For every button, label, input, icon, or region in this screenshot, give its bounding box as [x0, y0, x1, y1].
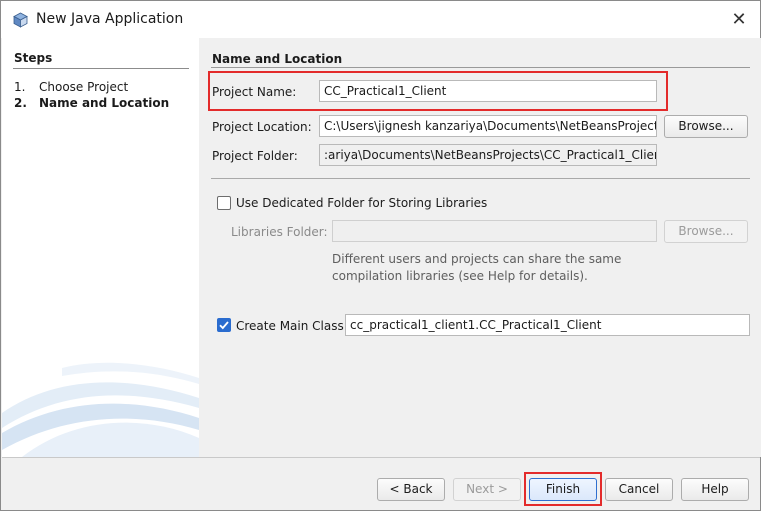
dedicated-folder-checkbox[interactable]	[217, 196, 231, 210]
netbeans-swoosh-decoration	[2, 362, 199, 457]
project-location-input[interactable]: C:\Users\jignesh kanzariya\Documents\Net…	[319, 115, 657, 137]
close-icon[interactable]: ✕	[725, 7, 753, 33]
browse-location-button[interactable]: Browse...	[664, 115, 748, 138]
libraries-folder-input	[332, 220, 657, 242]
libraries-help-note: Different users and projects can share t…	[332, 251, 621, 285]
project-location-label: Project Location:	[212, 120, 312, 134]
browse-libraries-button: Browse...	[664, 220, 748, 243]
steps-heading: Steps	[14, 51, 53, 65]
step-number: 1.	[14, 80, 26, 94]
note-line-1: Different users and projects can share t…	[332, 252, 622, 266]
dedicated-folder-label[interactable]: Use Dedicated Folder for Storing Librari…	[236, 196, 487, 210]
section-divider	[211, 67, 750, 68]
window-title: New Java Application	[36, 11, 184, 27]
create-main-class-checkbox[interactable]	[217, 318, 231, 332]
back-button[interactable]: < Back	[377, 478, 445, 501]
steps-divider	[13, 68, 189, 69]
options-divider	[211, 178, 750, 179]
create-main-class-label[interactable]: Create Main Class	[236, 319, 344, 333]
section-title: Name and Location	[212, 52, 343, 66]
next-button: Next >	[453, 478, 521, 501]
project-name-highlight	[208, 71, 668, 111]
title-bar: New Java Application ✕	[1, 1, 760, 38]
new-java-application-dialog: New Java Application ✕ Steps 1. Choose Pr…	[0, 0, 761, 511]
step-choose-project: 1. Choose Project	[14, 80, 128, 94]
step-label: Choose Project	[39, 80, 129, 94]
note-line-2: compilation libraries (see Help for deta…	[332, 269, 588, 283]
main-class-input[interactable]: cc_practical1_client1.CC_Practical1_Clie…	[345, 314, 750, 336]
project-folder-label: Project Folder:	[212, 149, 298, 163]
steps-pane: Steps 1. Choose Project 2. Name and Locati…	[2, 38, 199, 457]
project-folder-field[interactable]: :ariya\Documents\NetBeansProjects\CC_Pra…	[319, 144, 657, 166]
cancel-button[interactable]: Cancel	[605, 478, 673, 501]
finish-highlight	[524, 472, 602, 506]
help-button[interactable]: Help	[681, 478, 749, 501]
step-name-and-location: 2. Name and Location	[14, 96, 169, 110]
step-number: 2.	[14, 96, 27, 110]
checkmark-icon	[219, 321, 229, 330]
libraries-folder-label: Libraries Folder:	[231, 225, 328, 239]
java-cube-icon	[13, 12, 28, 28]
footer-divider	[2, 457, 760, 458]
step-label: Name and Location	[39, 96, 170, 110]
